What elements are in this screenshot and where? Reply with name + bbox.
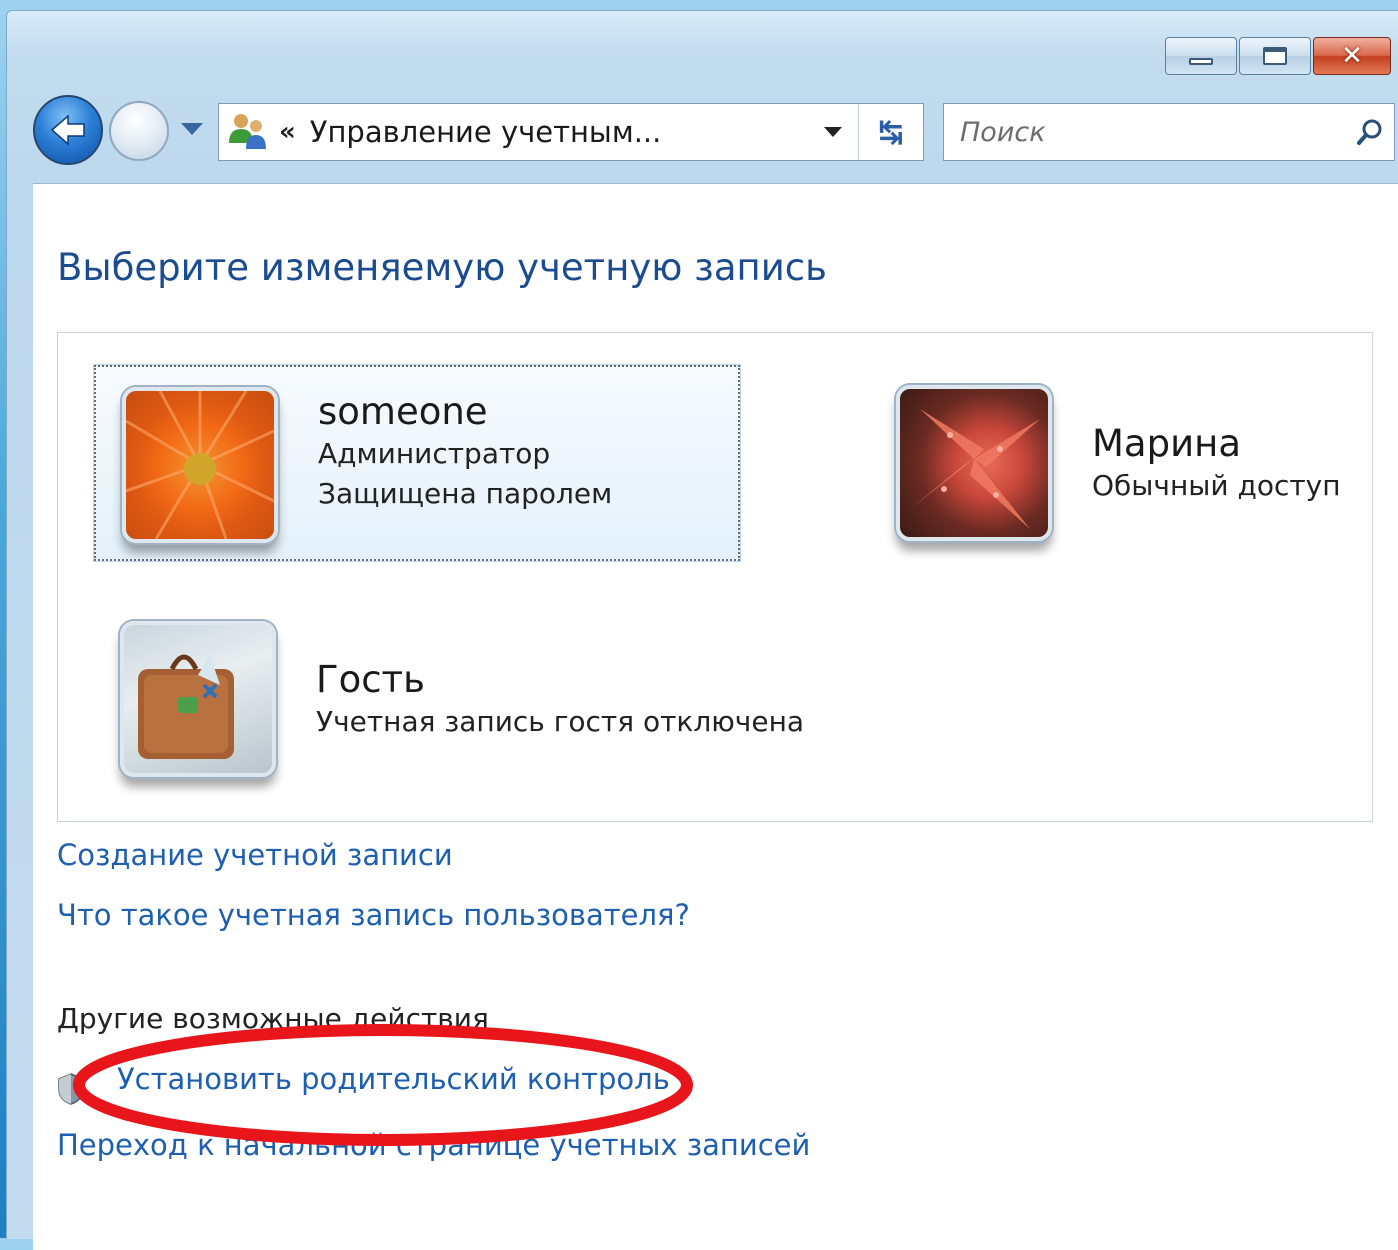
address-text[interactable]: Управление учетным... bbox=[310, 115, 808, 149]
create-account-link[interactable]: Создание учетной записи bbox=[57, 838, 453, 872]
account-password-status: Защищена паролем bbox=[318, 477, 613, 511]
account-someone[interactable]: someone Администратор Защищена паролем bbox=[93, 364, 741, 562]
search-button[interactable] bbox=[1346, 104, 1394, 160]
chevron-down-icon bbox=[824, 127, 842, 137]
other-actions-label: Другие возможные действия bbox=[57, 1002, 489, 1035]
close-icon: ✕ bbox=[1341, 41, 1363, 71]
forward-button[interactable] bbox=[109, 101, 169, 161]
maximize-button[interactable] bbox=[1239, 37, 1311, 75]
accounts-panel: someone Администратор Защищена паролем М… bbox=[57, 332, 1373, 822]
search-box bbox=[943, 103, 1395, 161]
account-guest[interactable]: Гость Учетная запись гостя отключена bbox=[120, 621, 840, 791]
minimize-button[interactable] bbox=[1165, 37, 1237, 75]
account-type: Администратор bbox=[318, 436, 551, 470]
content-area: Выберите изменяемую учетную запись someo… bbox=[33, 183, 1398, 1250]
address-chevrons[interactable]: « bbox=[279, 117, 296, 147]
users-icon bbox=[225, 109, 271, 155]
account-marina[interactable]: Марина Обычный доступ bbox=[896, 385, 1356, 555]
account-name: Марина bbox=[1092, 422, 1241, 465]
avatar-suitcase bbox=[120, 621, 276, 777]
back-icon bbox=[50, 114, 85, 146]
what-is-account-link[interactable]: Что такое учетная запись пользователя? bbox=[57, 898, 690, 932]
recent-pages-icon[interactable] bbox=[181, 123, 203, 135]
page-title: Выберите изменяемую учетную запись bbox=[57, 246, 827, 289]
minimize-icon bbox=[1189, 57, 1213, 65]
accounts-home-link[interactable]: Переход к начальной странице учетных зап… bbox=[57, 1128, 810, 1162]
search-icon bbox=[1357, 119, 1382, 145]
close-button[interactable]: ✕ bbox=[1313, 37, 1391, 75]
parental-control-link[interactable]: Установить родительский контроль bbox=[117, 1062, 670, 1096]
refresh-icon: ↹ bbox=[878, 114, 904, 150]
control-panel-window: ✕ « Управление учетным... ↹ Поиск Выбери… bbox=[6, 10, 1398, 1250]
refresh-button[interactable]: ↹ bbox=[859, 104, 923, 160]
account-status: Учетная запись гостя отключена bbox=[316, 704, 805, 738]
search-input[interactable] bbox=[944, 104, 1346, 160]
back-button[interactable] bbox=[33, 95, 103, 165]
shield-icon bbox=[58, 1073, 84, 1105]
account-type: Обычный доступ bbox=[1092, 468, 1341, 502]
maximize-icon bbox=[1263, 47, 1287, 65]
avatar-orange-flower bbox=[122, 387, 278, 543]
address-dropdown-button[interactable] bbox=[808, 104, 859, 160]
account-name: someone bbox=[318, 390, 488, 433]
address-bar[interactable]: « Управление учетным... ↹ bbox=[218, 103, 924, 161]
account-name: Гость bbox=[316, 658, 425, 701]
forward-icon bbox=[111, 103, 167, 159]
avatar-starfish bbox=[896, 385, 1052, 541]
caption-buttons: ✕ bbox=[1165, 37, 1391, 75]
